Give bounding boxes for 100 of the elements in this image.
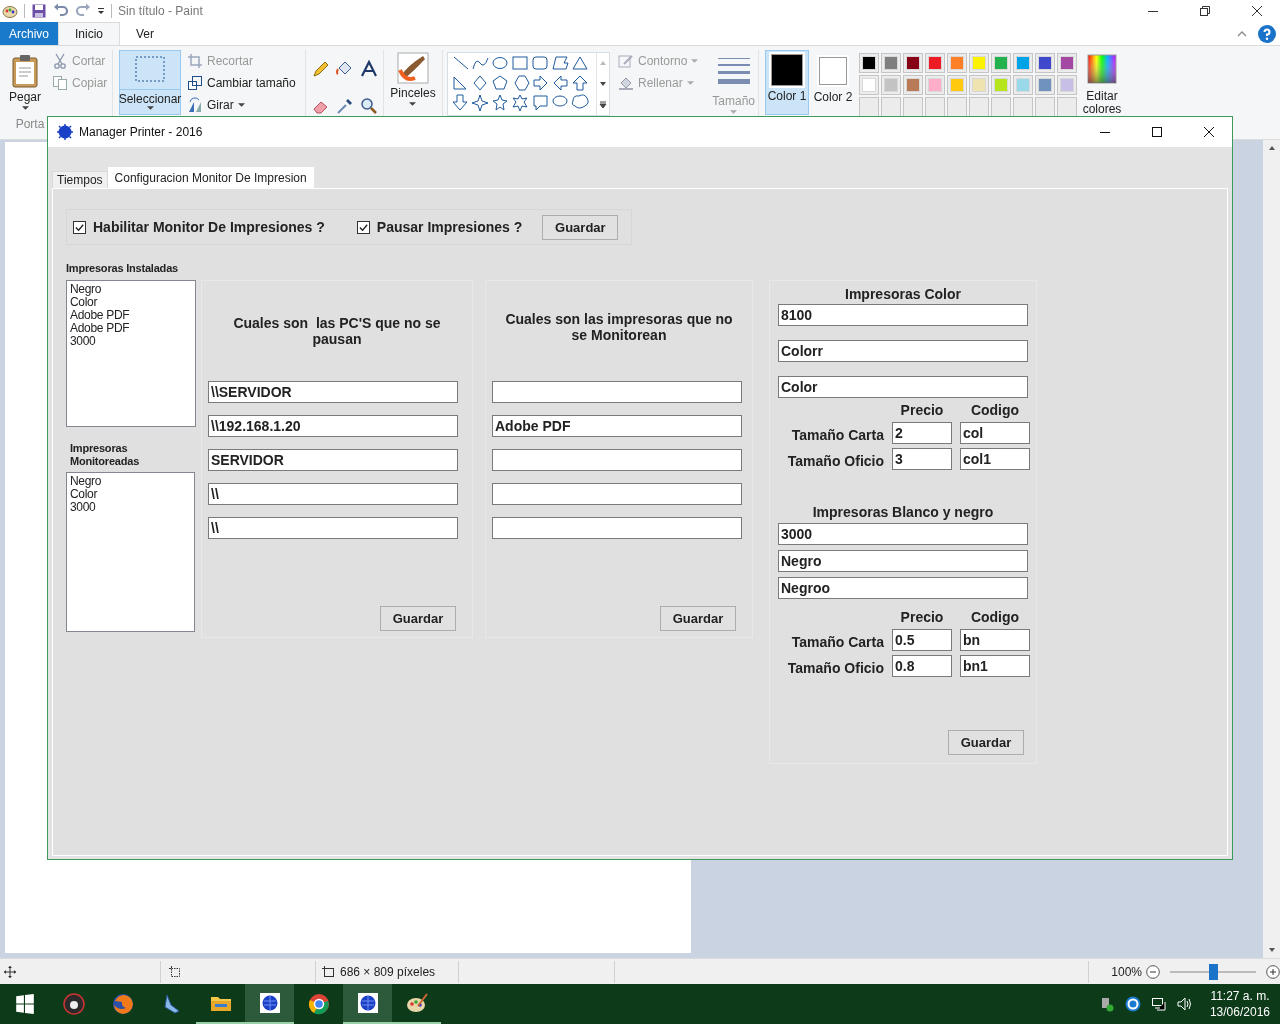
tool-button[interactable]: Cambiar tamaño	[187, 74, 296, 92]
maximize-icon[interactable]	[1151, 126, 1163, 138]
row-label: Tamaño Oficio	[786, 659, 884, 676]
palette-cell[interactable]	[1057, 97, 1077, 117]
menu-tab[interactable]: Inicio	[58, 22, 121, 45]
text-field[interactable]: SERVIDOR	[208, 449, 458, 471]
palette-cell[interactable]	[1013, 97, 1033, 117]
column-header: Codigo	[969, 402, 1021, 418]
text-field[interactable]: 8100	[778, 304, 1028, 326]
price-field[interactable]: 2	[892, 422, 952, 444]
text-field[interactable]: Color	[778, 376, 1028, 398]
close-icon[interactable]	[1251, 5, 1263, 17]
fill-bucket-icon[interactable]	[336, 60, 354, 78]
text-field[interactable]: Negro	[778, 550, 1028, 572]
undo-icon[interactable]	[53, 3, 69, 19]
palette-cell[interactable]	[947, 97, 967, 117]
save-icon[interactable]	[31, 3, 47, 19]
save-button[interactable]: Guardar	[660, 606, 736, 631]
paste-button[interactable]: Pegar	[6, 50, 44, 113]
letter-circle-icon[interactable]	[1124, 996, 1141, 1012]
dropdown-icon[interactable]	[97, 7, 105, 15]
zoom-out-icon[interactable]	[1146, 964, 1160, 979]
section-heading: Impresoras Color	[844, 286, 962, 304]
list-item[interactable]: Adobe PDF	[70, 322, 130, 335]
fox-globe-icon	[111, 993, 134, 1015]
text-field[interactable]	[492, 449, 742, 471]
speaker-icon[interactable]	[1176, 996, 1193, 1012]
list-item[interactable]: 3000	[70, 501, 96, 514]
scroll-down-icon[interactable]	[599, 80, 607, 88]
text-field[interactable]: \\	[208, 517, 458, 539]
code-field[interactable]: col	[960, 422, 1030, 444]
checkbox-label[interactable]: Habilitar Monitor De Impresiones ?	[93, 219, 325, 235]
zoom-in-icon[interactable]	[1266, 964, 1280, 979]
clock-time[interactable]: 11:27 a. m.	[1210, 988, 1270, 1004]
save-button[interactable]: Guardar	[948, 730, 1024, 755]
help-icon[interactable]	[1258, 24, 1276, 43]
printer-list[interactable]: Negro Color Adobe PDF Adobe PDF 3000	[66, 280, 196, 427]
palette-cell[interactable]	[1035, 97, 1055, 117]
checkbox[interactable]	[73, 220, 86, 234]
palette-cell[interactable]	[969, 97, 989, 117]
canvas-size-icon	[322, 965, 334, 978]
text-field[interactable]: 3000	[778, 523, 1028, 545]
close-icon[interactable]	[1203, 126, 1215, 138]
network-icon[interactable]	[1150, 996, 1167, 1012]
menu-tab[interactable]: Ver	[120, 22, 171, 45]
text-field[interactable]: Colorr	[778, 340, 1028, 362]
expand-icon[interactable]	[599, 100, 607, 109]
clock-date[interactable]: 13/06/2016	[1209, 1004, 1270, 1020]
pencil-icon[interactable]	[312, 60, 330, 78]
list-item[interactable]: Color	[70, 296, 98, 309]
text-field[interactable]: \\SERVIDOR	[208, 381, 458, 403]
list-item[interactable]: Negro	[70, 283, 102, 296]
text-field[interactable]: \\	[208, 483, 458, 505]
window-title: Manager Printer - 2016	[79, 125, 203, 139]
list-item[interactable]: Adobe PDF	[70, 309, 130, 322]
taskbar-button[interactable]	[343, 984, 392, 1024]
list-item[interactable]: Negro	[70, 475, 102, 488]
save-button[interactable]: Guardar	[380, 606, 456, 631]
price-field[interactable]: 3	[892, 448, 952, 470]
palette-cell[interactable]	[991, 97, 1011, 117]
scroll-down-icon[interactable]	[1267, 946, 1276, 954]
palette-cell[interactable]	[925, 97, 945, 117]
shape-gallery-drawing[interactable]	[452, 55, 592, 113]
magnifier-icon[interactable]	[360, 97, 378, 115]
palette-cell[interactable]	[903, 97, 923, 117]
checkbox[interactable]	[356, 220, 370, 234]
tab[interactable]: Tiempos	[52, 171, 108, 188]
menu-tab[interactable]: Archivo	[0, 22, 58, 45]
zoom-slider[interactable]	[1209, 963, 1218, 980]
color-slot-button[interactable]: Color 1	[765, 50, 809, 115]
taskbar-button[interactable]	[245, 984, 294, 1024]
color-picker-icon[interactable]	[336, 97, 354, 115]
palette-cell[interactable]	[881, 97, 901, 117]
text-field[interactable]	[492, 517, 742, 539]
tool-button[interactable]: Girar	[187, 96, 296, 114]
tab[interactable]: Configuracion Monitor De Impresion	[107, 167, 314, 188]
save-button[interactable]: Guardar	[542, 214, 619, 240]
browser-circle-icon	[307, 993, 330, 1015]
text-icon[interactable]	[360, 60, 378, 78]
text-field[interactable]: Adobe PDF	[492, 415, 742, 437]
text-field[interactable]	[492, 483, 742, 505]
text-field[interactable]: Negroo	[778, 577, 1028, 599]
restore-icon[interactable]	[1199, 5, 1211, 17]
color-slot-button[interactable]: Color 2	[811, 50, 855, 115]
palette-cell[interactable]	[859, 97, 879, 117]
list-item[interactable]: 3000	[70, 335, 96, 348]
list-item[interactable]: Color	[70, 488, 98, 501]
price-field[interactable]: 0.5	[892, 629, 952, 651]
select-button[interactable]: Seleccionar	[119, 50, 181, 115]
code-field[interactable]: col1	[960, 448, 1030, 470]
code-field[interactable]: bn1	[960, 655, 1030, 677]
scroll-up-icon[interactable]	[1267, 144, 1276, 152]
text-field[interactable]: \\192.168.1.20	[208, 415, 458, 437]
code-field[interactable]: bn	[960, 629, 1030, 651]
checkbox-label[interactable]: Pausar Impresiones ?	[376, 219, 523, 235]
price-field[interactable]: 0.8	[892, 655, 952, 677]
scrollbar[interactable]	[1263, 140, 1280, 958]
redo-icon[interactable]	[75, 3, 91, 19]
printer-list[interactable]: Negro Color 3000	[66, 472, 195, 632]
text-field[interactable]	[492, 381, 742, 403]
